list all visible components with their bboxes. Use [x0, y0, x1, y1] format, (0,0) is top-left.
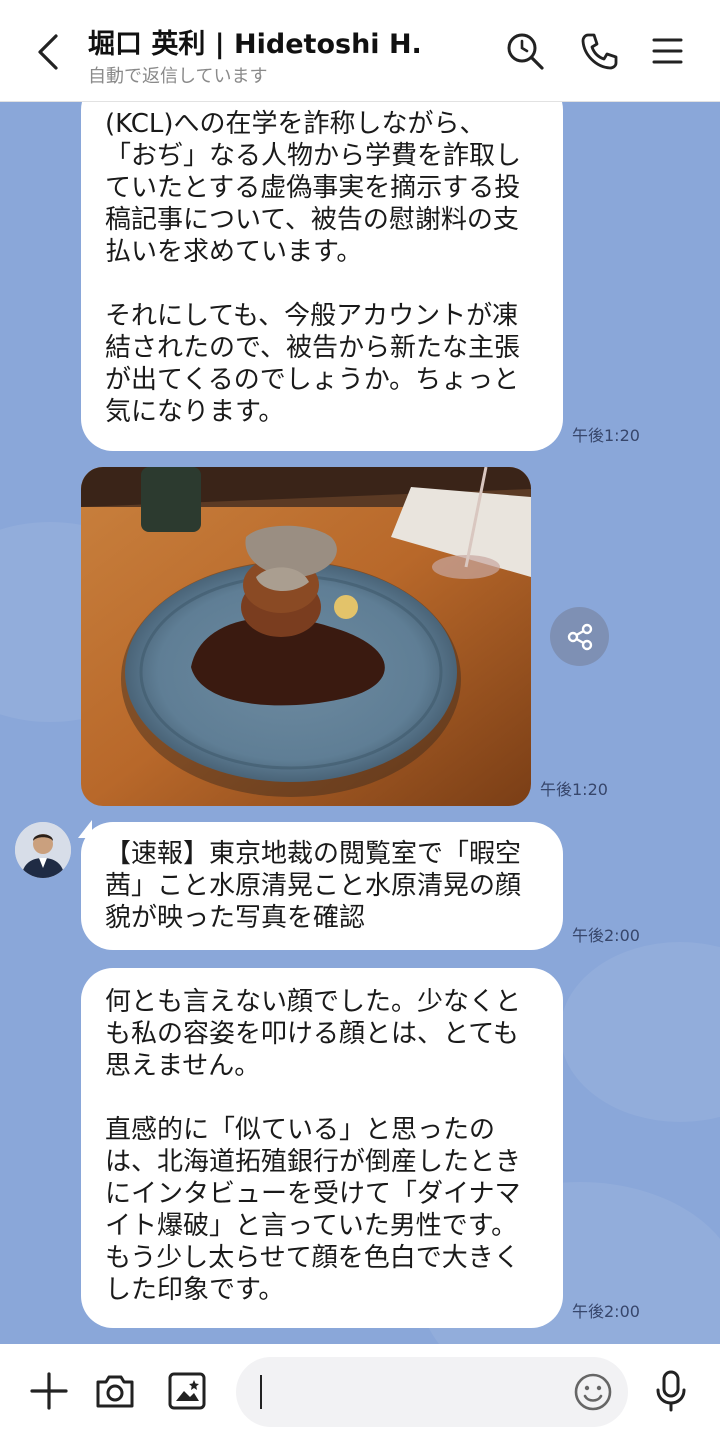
phone-icon[interactable] — [578, 30, 620, 72]
avatar[interactable] — [15, 822, 71, 878]
search-icon[interactable] — [504, 30, 546, 72]
message-time: 午後1:20 — [540, 780, 608, 799]
avatar-image — [15, 822, 71, 878]
back-icon[interactable] — [28, 30, 68, 74]
message-text: 何とも言えない顔でした。少なくと も私の容姿を叩ける顔とは、とても 思えません。… — [105, 987, 522, 1305]
share-button[interactable] — [550, 607, 609, 666]
chat-title[interactable]: 堀口 英利 | Hidetoshi H. — [88, 22, 422, 61]
text-caret — [260, 1375, 262, 1409]
message-time: 午後2:00 — [572, 926, 640, 945]
message-field[interactable] — [236, 1357, 628, 1427]
message-time: 午後1:20 — [572, 426, 640, 445]
message-bubble[interactable]: 何とも言えない顔でした。少なくと も私の容姿を叩ける顔とは、とても 思えません。… — [81, 968, 563, 1328]
menu-icon[interactable] — [646, 30, 688, 72]
message-text: 【速報】東京地裁の閲覧室で「暇空 茜」こと水原清晃こと水原清晃の顔 貌が映った写… — [105, 839, 522, 933]
message-time: 午後2:00 — [572, 1302, 640, 1321]
plus-icon[interactable] — [26, 1368, 72, 1414]
background-cloud — [560, 942, 720, 1122]
chat-header: 堀口 英利 | Hidetoshi H. 自動で返信しています — [0, 0, 720, 102]
photo-message[interactable] — [81, 467, 531, 806]
auto-reply-status: 自動で返信しています — [88, 66, 268, 87]
message-input[interactable] — [266, 1367, 556, 1417]
message-bubble[interactable]: (KCL)への在学を詐称しながら、 「おぢ」なる人物から学費を詐取し ていたとす… — [81, 102, 563, 451]
emoji-icon[interactable] — [572, 1371, 614, 1413]
share-icon — [567, 623, 592, 650]
chat-area[interactable]: (KCL)への在学を詐称しながら、 「おぢ」なる人物から学費を詐取し ていたとす… — [0, 102, 720, 1344]
dish-photo-image — [81, 467, 531, 806]
camera-icon[interactable] — [92, 1368, 138, 1414]
message-bubble[interactable]: 【速報】東京地裁の閲覧室で「暇空 茜」こと水原清晃こと水原清晃の顔 貌が映った写… — [81, 822, 563, 950]
message-composer — [0, 1344, 720, 1440]
image-icon[interactable] — [164, 1368, 210, 1414]
message-text: (KCL)への在学を詐称しながら、 「おぢ」なる人物から学費を詐取し ていたとす… — [105, 109, 522, 427]
microphone-icon[interactable] — [648, 1368, 694, 1414]
